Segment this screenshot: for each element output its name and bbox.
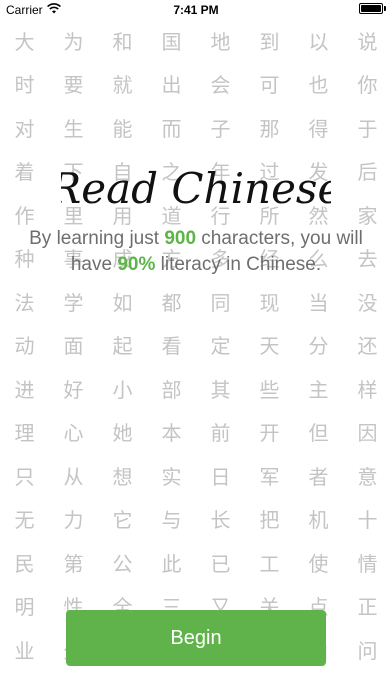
background-character: 她 [112, 421, 133, 446]
background-character: 其 [210, 377, 231, 402]
background-character: 你 [357, 73, 378, 98]
background-character: 与 [161, 508, 182, 533]
background-character: 和 [112, 29, 133, 54]
background-character: 面 [63, 334, 84, 359]
background-character: 开 [259, 421, 280, 446]
background-character: 已 [210, 551, 231, 576]
background-character: 本 [161, 421, 182, 446]
background-character: 可 [259, 73, 280, 98]
background-character-grid: 大为和国地到以说时要就出会可也你对生能而子那得于着下自之年过发后作里用道行所然家… [0, 20, 392, 696]
background-character: 大 [14, 29, 35, 54]
background-character: 天 [259, 334, 280, 359]
background-character: 军 [259, 464, 280, 489]
tagline-part3: literacy in Chinese. [155, 254, 322, 275]
background-character: 公 [112, 551, 133, 576]
background-character: 长 [210, 508, 231, 533]
background-character: 实 [161, 464, 182, 489]
background-character: 理 [14, 421, 35, 446]
background-character: 意 [357, 464, 378, 489]
background-character: 因 [357, 421, 378, 446]
status-bar: Carrier 7:41 PM [0, 0, 392, 20]
logo: Read Chinese [61, 164, 331, 213]
background-character: 正 [357, 595, 378, 620]
background-character: 明 [14, 595, 35, 620]
background-character: 主 [308, 377, 329, 402]
tagline-part1: By learning just [29, 228, 165, 249]
status-right [359, 3, 386, 14]
background-character: 同 [210, 290, 231, 315]
background-character: 十 [357, 508, 378, 533]
background-character: 子 [210, 116, 231, 141]
background-character: 能 [112, 116, 133, 141]
literacy-percent: 90% [117, 254, 156, 275]
background-character: 还 [357, 334, 378, 359]
background-character: 民 [14, 551, 35, 576]
background-character: 说 [357, 29, 378, 54]
status-time: 7:41 PM [173, 3, 219, 17]
background-character: 也 [308, 73, 329, 98]
character-count: 900 [164, 228, 197, 249]
background-character: 法 [14, 290, 35, 315]
background-character: 前 [210, 421, 231, 446]
background-character: 第 [63, 551, 84, 576]
background-character: 部 [161, 377, 182, 402]
background-character: 如 [112, 290, 133, 315]
background-character: 使 [308, 551, 329, 576]
background-character: 分 [308, 334, 329, 359]
battery-icon [359, 3, 383, 14]
logo-text: Read Chinese [61, 164, 331, 213]
background-character: 国 [161, 29, 182, 54]
background-character: 工 [259, 551, 280, 576]
background-character: 会 [210, 73, 231, 98]
background-character: 好 [63, 377, 84, 402]
background-character: 地 [210, 29, 231, 54]
begin-button[interactable]: Begin [66, 610, 326, 666]
background-character: 定 [210, 334, 231, 359]
background-character: 当 [308, 290, 329, 315]
background-character: 而 [161, 116, 182, 141]
background-character: 动 [14, 334, 35, 359]
background-character: 没 [357, 290, 378, 315]
background-character: 它 [112, 508, 133, 533]
background-character: 情 [357, 551, 378, 576]
tagline: By learning just 900 characters, you wil… [26, 226, 366, 278]
background-character: 问 [357, 638, 378, 663]
background-character: 都 [161, 290, 182, 315]
background-character: 时 [14, 73, 35, 98]
background-character: 对 [14, 116, 35, 141]
background-character: 生 [63, 116, 84, 141]
background-character: 学 [63, 290, 84, 315]
background-character: 要 [63, 73, 84, 98]
background-character: 想 [112, 464, 133, 489]
hero: Read Chinese By learning just 900 charac… [0, 158, 392, 278]
background-character: 于 [357, 116, 378, 141]
background-character: 只 [14, 464, 35, 489]
background-character: 就 [112, 73, 133, 98]
background-character: 但 [308, 421, 329, 446]
battery-tip [384, 6, 386, 11]
background-character: 机 [308, 508, 329, 533]
background-character: 那 [259, 116, 280, 141]
background-character: 心 [63, 421, 84, 446]
background-character: 样 [357, 377, 378, 402]
background-character: 进 [14, 377, 35, 402]
background-character: 为 [63, 29, 84, 54]
background-character: 无 [14, 508, 35, 533]
background-character: 到 [259, 29, 280, 54]
background-character: 业 [14, 638, 35, 663]
background-character: 力 [63, 508, 84, 533]
background-character: 小 [112, 377, 133, 402]
background-character: 把 [259, 508, 280, 533]
background-character: 起 [112, 334, 133, 359]
background-character: 此 [161, 551, 182, 576]
background-character: 日 [210, 464, 231, 489]
background-character: 者 [308, 464, 329, 489]
background-character: 以 [308, 29, 329, 54]
background-character: 得 [308, 116, 329, 141]
background-character: 现 [259, 290, 280, 315]
background-character: 出 [161, 73, 182, 98]
background-character: 些 [259, 377, 280, 402]
background-character: 从 [63, 464, 84, 489]
background-character: 看 [161, 334, 182, 359]
